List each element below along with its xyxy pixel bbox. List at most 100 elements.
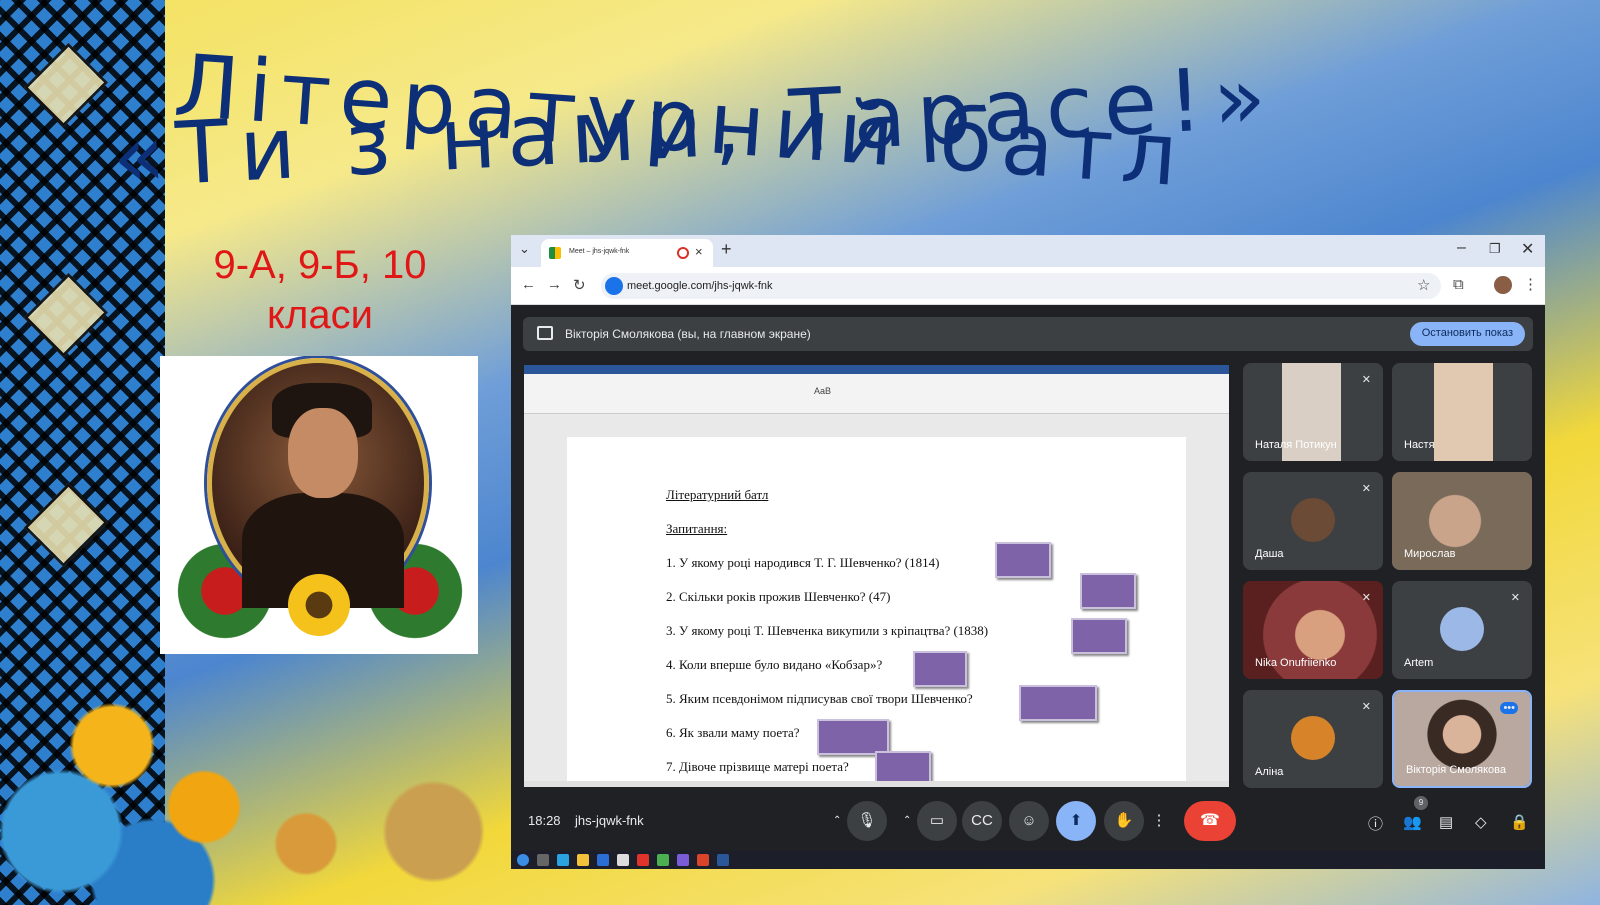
activities-icon[interactable]: ◇: [1475, 813, 1487, 831]
edge-icon[interactable]: [557, 854, 569, 866]
question-4: 4. Коли вперше було видано «Кобзар»?: [666, 657, 883, 672]
avatar: [1291, 498, 1335, 542]
address-bar: ← → ↻ meet.google.com/jhs-jqwk-fnk ☆ ⧉ ⋮: [511, 267, 1545, 305]
portrait-oval: [207, 358, 429, 608]
chrome-icon[interactable]: [657, 854, 669, 866]
participant-tile[interactable]: ✕ Artem: [1392, 581, 1532, 679]
tab-bar: ⌄ Meet – jhs-jqwk-fnk × + – ❐ ✕: [511, 235, 1545, 267]
powerpoint-icon[interactable]: [697, 854, 709, 866]
site-info-icon[interactable]: [605, 277, 623, 295]
question-2: 2. Скільки років прожив Шевченко? (47): [666, 589, 891, 604]
classes-line2: класи: [267, 293, 373, 337]
shared-screen-word: AaB Літературний батл Запитання: 1. У як…: [524, 365, 1229, 787]
answer-box[interactable]: [1019, 685, 1097, 721]
participant-tile[interactable]: Мирослав: [1392, 472, 1532, 570]
camera-icon[interactable]: ▭: [917, 801, 957, 841]
participant-name: Настя: [1404, 439, 1435, 451]
participant-name: Наталя Потикун: [1255, 439, 1337, 451]
viber-icon[interactable]: [677, 854, 689, 866]
windows-taskbar: [511, 851, 1545, 869]
people-icon[interactable]: 👥: [1403, 813, 1422, 831]
opera-icon[interactable]: [637, 854, 649, 866]
menu-icon[interactable]: ⋮: [1523, 275, 1538, 293]
star-icon[interactable]: ☆: [1417, 276, 1430, 294]
answer-box[interactable]: [1080, 573, 1136, 609]
leave-call-icon[interactable]: ☎: [1184, 801, 1236, 841]
question-5: 5. Яким псевдонімом підписував свої твор…: [666, 691, 973, 706]
stop-presenting-button[interactable]: Остановить показ: [1409, 322, 1525, 346]
meet-favicon-icon: [549, 247, 561, 259]
classes-line1: 9-А, 9-Б, 10: [213, 243, 427, 287]
meeting-code: jhs-jqwk-fnk: [575, 813, 644, 828]
mic-off-icon: ✕: [1361, 374, 1371, 386]
window-close-icon[interactable]: ✕: [1521, 239, 1534, 259]
participant-tile[interactable]: ✕ Наталя Потикун: [1243, 363, 1383, 461]
answer-box[interactable]: [1071, 618, 1127, 654]
app-icon[interactable]: [617, 854, 629, 866]
browser-tab[interactable]: Meet – jhs-jqwk-fnk ×: [541, 239, 713, 267]
host-controls-icon[interactable]: 🔒: [1510, 813, 1529, 831]
present-icon: [537, 326, 553, 340]
question-3: 3. У якому році Т. Шевченка викупили з к…: [666, 623, 989, 638]
word-status-bar: [524, 781, 1229, 787]
participant-tile[interactable]: ✕ Аліна: [1243, 690, 1383, 788]
more-options-icon[interactable]: •••: [1500, 702, 1518, 714]
portrait-face: [288, 408, 358, 498]
forward-icon[interactable]: →: [547, 276, 562, 293]
start-icon[interactable]: [517, 854, 529, 866]
mic-off-icon: ✕: [1510, 592, 1520, 604]
style-gallery-sample: AaB: [814, 386, 832, 396]
tab-dropdown-icon[interactable]: ⌄: [519, 241, 530, 257]
extensions-icon[interactable]: ⧉: [1453, 276, 1464, 293]
participant-tile[interactable]: ✕ Даша: [1243, 472, 1383, 570]
plus-icon[interactable]: +: [721, 239, 732, 260]
question-1: 1. У якому році народився Т. Г. Шевченко…: [666, 555, 940, 570]
raise-hand-icon[interactable]: ✋: [1104, 801, 1144, 841]
classes-label: 9-А, 9-Б, 10 класи: [160, 240, 480, 340]
participant-tile-self[interactable]: ••• Вікторія Смолякова: [1392, 690, 1532, 788]
word-icon[interactable]: [717, 854, 729, 866]
search-icon[interactable]: [537, 854, 549, 866]
mic-icon[interactable]: 🎙: [847, 801, 887, 841]
participant-name: Даша: [1255, 548, 1284, 560]
store-icon[interactable]: [597, 854, 609, 866]
profile-avatar[interactable]: [1494, 276, 1512, 294]
participant-name: Вікторія Смолякова: [1406, 764, 1506, 776]
trident-ornament: [23, 272, 109, 358]
info-icon[interactable]: ⓘ: [1368, 813, 1383, 834]
folder-icon[interactable]: [577, 854, 589, 866]
more-icon[interactable]: ⋮: [1144, 801, 1174, 841]
minimize-icon[interactable]: –: [1457, 239, 1466, 257]
back-icon[interactable]: ←: [521, 276, 536, 293]
answer-box[interactable]: [913, 651, 967, 687]
presenting-text: Вікторія Смолякова (вы, на главном экран…: [565, 327, 811, 341]
doc-heading: Літературний батл: [666, 487, 769, 502]
close-icon[interactable]: ×: [695, 244, 703, 259]
document-page: Літературний батл Запитання: 1. У якому …: [567, 437, 1186, 787]
participant-tile[interactable]: Настя: [1392, 363, 1532, 461]
sunflower: [288, 574, 350, 636]
url-input[interactable]: meet.google.com/jhs-jqwk-fnk: [601, 273, 1441, 299]
captions-icon[interactable]: CC: [962, 801, 1002, 841]
answer-box[interactable]: [995, 542, 1051, 578]
avatar: [1291, 716, 1335, 760]
participant-name: Artem: [1404, 657, 1434, 669]
word-title-bar: [524, 365, 1229, 374]
chevron-up-icon[interactable]: ⌃: [903, 815, 911, 826]
answer-box[interactable]: [817, 719, 889, 755]
participant-name: Nika Onufriienko: [1255, 657, 1337, 669]
mic-off-icon: ✕: [1361, 701, 1371, 713]
present-now-icon[interactable]: ⬆: [1056, 801, 1096, 841]
flower-bouquet: [0, 660, 510, 905]
meet-control-bar: 18:28 jhs-jqwk-fnk ⌃ 🎙 ⌃ ▭ CC ☺ ⬆ ✋ ⋮ ☎ …: [511, 795, 1545, 851]
reload-icon[interactable]: ↻: [573, 276, 586, 294]
url-text: meet.google.com/jhs-jqwk-fnk: [627, 280, 773, 292]
question-7: 7. Дівоче прізвище матері поета?: [666, 759, 849, 774]
emoji-icon[interactable]: ☺: [1009, 801, 1049, 841]
maximize-icon[interactable]: ❐: [1489, 241, 1501, 257]
participant-tile[interactable]: ✕ Nika Onufriienko: [1243, 581, 1383, 679]
chat-icon[interactable]: ▤: [1439, 813, 1453, 831]
chevron-up-icon[interactable]: ⌃: [833, 815, 841, 826]
avatar: [1440, 607, 1484, 651]
browser-window: ⌄ Meet – jhs-jqwk-fnk × + – ❐ ✕ ← → ↻ me…: [511, 235, 1545, 869]
